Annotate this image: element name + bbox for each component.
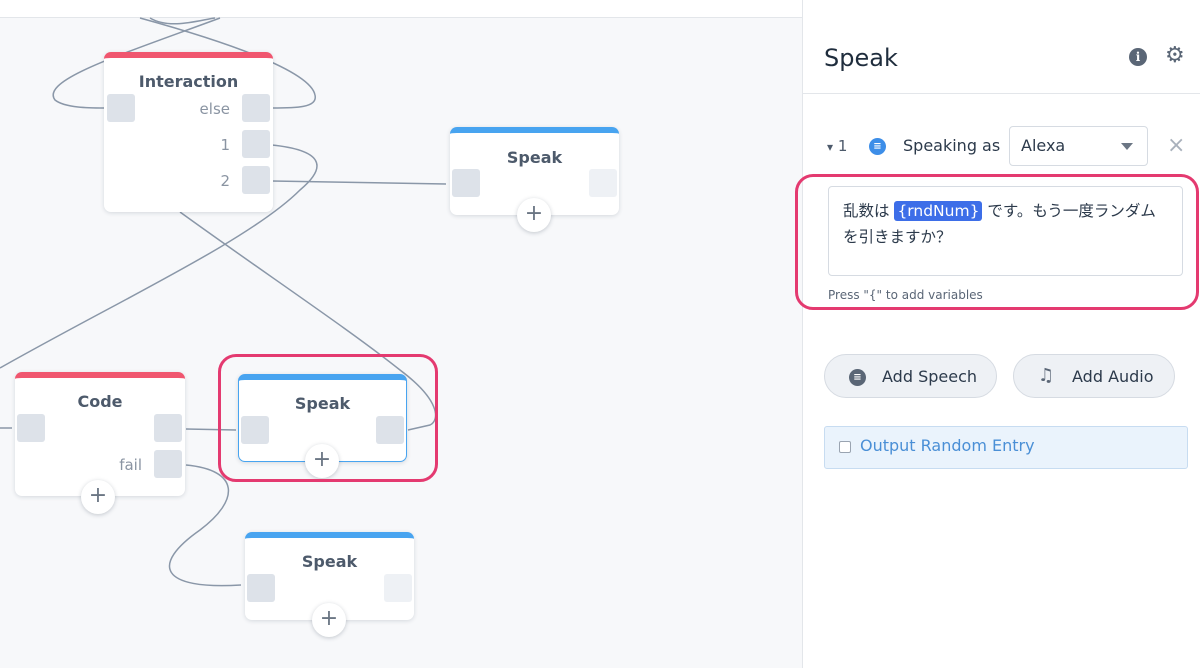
interaction-input-port[interactable]: [107, 94, 135, 122]
chat-bubble-icon: ≡: [869, 138, 886, 155]
code-node[interactable]: Code fail: [15, 372, 185, 496]
chevron-down-icon: [1121, 143, 1133, 150]
speaking-as-label: Speaking as: [903, 136, 1001, 155]
speak-node-bottom-title: Speak: [301, 552, 358, 571]
add-speech-label: Add Speech: [882, 367, 977, 386]
interaction-port-label-2: 2: [220, 172, 230, 190]
speak-node-top-add-button[interactable]: +: [517, 198, 551, 232]
code-port-label-fail: fail: [119, 456, 142, 474]
speech-text-input[interactable]: 乱数は {rndNum} です。もう一度ランダムを引きますか？: [828, 186, 1183, 276]
code-input-port[interactable]: [17, 414, 45, 442]
speak-node-top-input-port[interactable]: [452, 169, 480, 197]
voice-select-value: Alexa: [1021, 136, 1066, 155]
speak-node-selected-input-port[interactable]: [241, 416, 269, 444]
output-random-entry-option[interactable]: Output Random Entry: [824, 426, 1188, 469]
speak-node-selected-output-port[interactable]: [376, 416, 404, 444]
code-output-port[interactable]: [154, 414, 182, 442]
gear-icon[interactable]: ⚙: [1165, 45, 1185, 67]
speak-node-top-output-port[interactable]: [589, 169, 617, 197]
interaction-port-2[interactable]: [242, 166, 270, 194]
speak-node-bottom-output-port[interactable]: [384, 574, 412, 602]
speak-node-selected-add-button[interactable]: +: [305, 444, 339, 478]
connection-code-to-selected: [185, 428, 237, 431]
interaction-node[interactable]: Interaction else 1 2: [104, 52, 273, 212]
flow-canvas[interactable]: Interaction else 1 2 Speak + Code fail +…: [0, 0, 802, 668]
panel-title: Speak: [824, 44, 898, 72]
interaction-node-title: Interaction: [138, 72, 239, 91]
add-speech-button[interactable]: ≡ Add Speech: [824, 354, 997, 398]
speak-node-selected-title: Speak: [294, 394, 351, 413]
code-node-title: Code: [77, 392, 123, 411]
add-audio-button[interactable]: ♫ Add Audio: [1013, 354, 1175, 398]
interaction-port-label-else: else: [199, 100, 230, 118]
checkbox-icon[interactable]: [839, 441, 851, 453]
interaction-port-label-1: 1: [220, 136, 230, 154]
speak-node-bottom-input-port[interactable]: [247, 574, 275, 602]
caret-down-icon[interactable]: ▾: [827, 140, 833, 154]
variable-chip[interactable]: {rndNum}: [894, 201, 983, 221]
add-audio-label: Add Audio: [1072, 367, 1154, 386]
speak-node-bottom-add-button[interactable]: +: [312, 603, 346, 637]
connection-2-to-speak: [271, 180, 447, 185]
music-note-icon: ♫: [1038, 365, 1055, 386]
interaction-port-1[interactable]: [242, 130, 270, 158]
info-icon[interactable]: i: [1129, 48, 1147, 66]
speech-entry-index[interactable]: ▾ 1: [827, 137, 847, 155]
output-random-entry-label: Output Random Entry: [860, 436, 1035, 455]
interaction-port-else[interactable]: [242, 94, 270, 122]
speak-node-top-title: Speak: [506, 148, 563, 167]
speak-editor-panel: Speak i ⚙ ▾ 1 ≡ Speaking as Alexa × 乱数は …: [795, 0, 1200, 668]
speech-text-before: 乱数は: [843, 202, 895, 220]
variable-hint: Press "{" to add variables: [828, 288, 983, 302]
speech-entry-number: 1: [837, 137, 848, 155]
panel-header: Speak i ⚙: [803, 0, 1200, 94]
voice-select[interactable]: Alexa: [1009, 126, 1148, 166]
code-port-fail[interactable]: [154, 450, 182, 478]
code-node-add-button[interactable]: +: [81, 480, 115, 514]
chat-bubble-icon: ≡: [849, 369, 866, 386]
close-icon[interactable]: ×: [1167, 135, 1185, 157]
